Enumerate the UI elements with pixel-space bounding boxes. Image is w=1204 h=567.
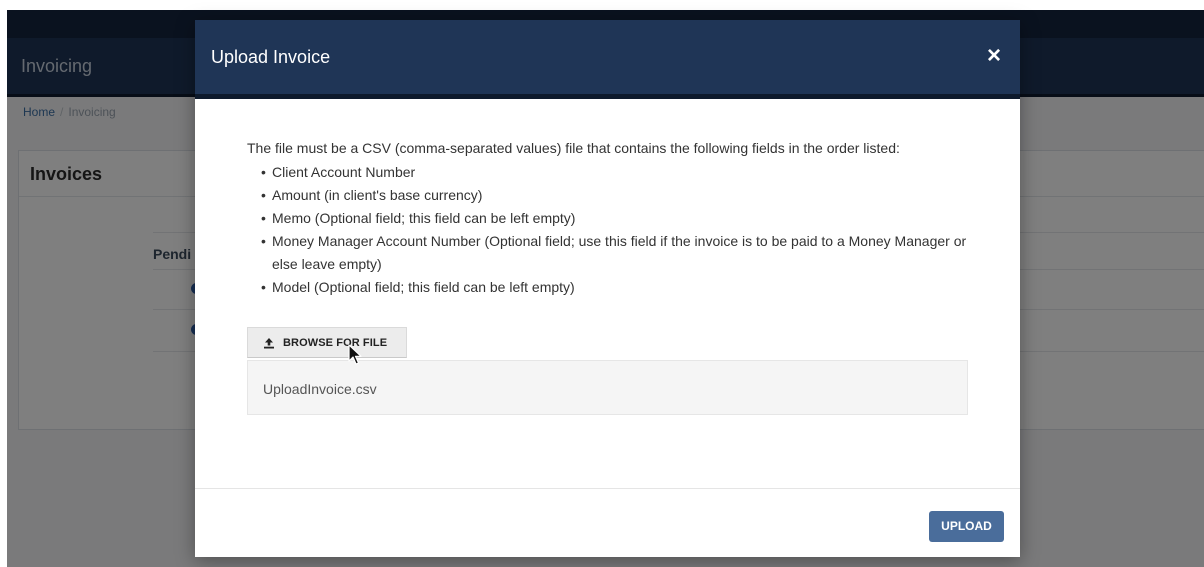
selected-file-name: UploadInvoice.csv [263,381,377,397]
upload-button[interactable]: UPLOAD [929,511,1004,542]
field-item-client-account-number: Client Account Number [247,161,967,184]
modal-header: Upload Invoice × [195,20,1020,99]
required-fields-list: Client Account Number Amount (in client'… [247,161,967,299]
field-item-amount: Amount (in client's base currency) [247,184,967,207]
modal-footer-divider [195,488,1020,489]
csv-instructions: The file must be a CSV (comma-separated … [247,140,900,156]
browse-button-label: BROWSE FOR FILE [283,337,388,349]
field-item-memo: Memo (Optional field; this field can be … [247,207,967,230]
upload-invoice-modal: Upload Invoice × The file must be a CSV … [195,20,1020,557]
field-item-money-manager-account: Money Manager Account Number (Optional f… [247,230,967,276]
mouse-cursor-icon [348,344,362,365]
selected-file-display: UploadInvoice.csv [247,360,968,415]
upload-icon [264,338,274,349]
field-item-model: Model (Optional field; this field can be… [247,276,967,299]
close-icon[interactable]: × [982,44,1006,68]
modal-title: Upload Invoice [211,47,331,67]
browse-for-file-button[interactable]: BROWSE FOR FILE [247,327,407,358]
